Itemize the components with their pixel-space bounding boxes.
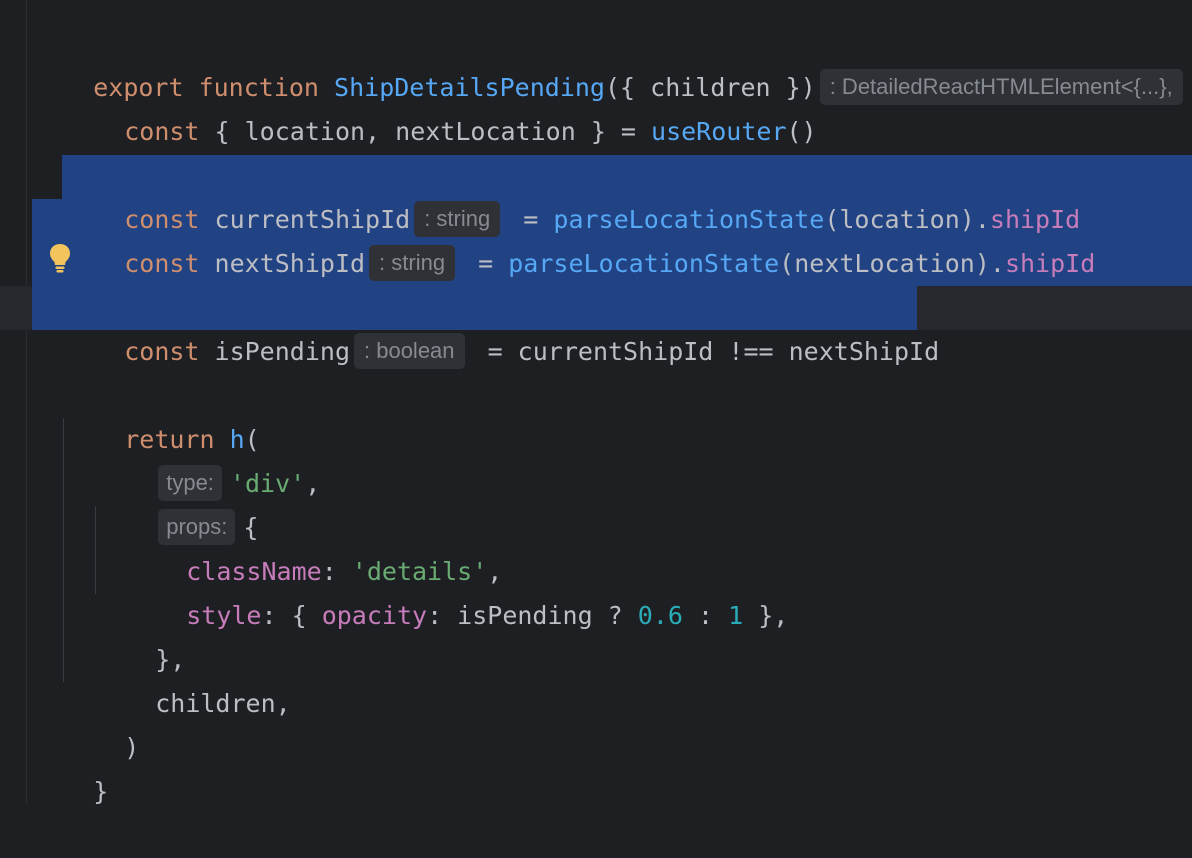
code-line-4[interactable]: const currentShipId: string = parseLocat… xyxy=(64,154,1080,237)
code-line-16[interactable]: ) xyxy=(64,682,139,762)
number-0-6: 0.6 xyxy=(637,601,683,630)
assign-op: = xyxy=(463,249,509,278)
keyword-const: const xyxy=(124,117,215,146)
colon-brace: : { xyxy=(261,601,322,630)
code-line-7[interactable]: const isPending: boolean = currentShipId… xyxy=(64,286,939,369)
return-type-hint[interactable]: : DetailedReactHTMLElement<{...}, xyxy=(819,69,1183,105)
code-line-10[interactable]: type:'div', xyxy=(98,418,320,501)
code-line-1[interactable]: export function ShipDetailsPending({ chi… xyxy=(33,22,1191,105)
variable-next-ship-id: nextShipId xyxy=(214,249,366,278)
variable-is-pending: isPending xyxy=(214,337,350,366)
code-line-12[interactable]: className: 'details', xyxy=(126,506,502,586)
indent-guide xyxy=(95,506,96,594)
type-hint-string[interactable]: : string xyxy=(369,245,456,281)
children-arg: children, xyxy=(155,689,291,718)
call-parse-location-state: parseLocationState xyxy=(508,249,780,278)
comma: , xyxy=(305,469,321,498)
keyword-const: const xyxy=(124,249,215,278)
call-parens: () xyxy=(786,117,817,146)
code-line-9[interactable]: return h( xyxy=(64,374,259,454)
number-1: 1 xyxy=(728,601,744,630)
lightbulb-icon[interactable] xyxy=(47,242,73,274)
code-line-5[interactable]: const nextShipId: string = parseLocation… xyxy=(64,198,1095,281)
code-line-13[interactable]: style: { opacity: isPending ? 0.6 : 1 }, xyxy=(126,550,788,630)
property-style: style xyxy=(186,601,262,630)
code-line-11[interactable]: props:{ xyxy=(98,462,258,545)
close-function-brace: } xyxy=(93,777,109,806)
ternary-condition: : isPending ? xyxy=(427,601,638,630)
code-line-15[interactable]: children, xyxy=(95,638,290,718)
property-opacity: opacity xyxy=(321,601,428,630)
code-line-2[interactable]: const { location, nextLocation } = useRo… xyxy=(64,66,816,146)
close-brace-comma: }, xyxy=(743,601,789,630)
close-paren: ) xyxy=(124,733,140,762)
call-use-router: useRouter xyxy=(651,117,787,146)
type-hint-boolean[interactable]: : boolean xyxy=(354,333,465,369)
ternary-separator: : xyxy=(682,601,729,630)
destructure-text: { location, nextLocation } = xyxy=(214,117,652,146)
comparison-expression: = currentShipId !== nextShipId xyxy=(472,337,940,366)
code-editor[interactable]: export function ShipDetailsPending({ chi… xyxy=(0,0,1192,806)
property-ship-id: shipId xyxy=(1004,249,1096,278)
code-line-14[interactable]: }, xyxy=(95,594,185,674)
code-line-17[interactable]: } xyxy=(33,726,108,806)
keyword-const: const xyxy=(124,337,215,366)
call-args: (nextLocation). xyxy=(779,249,1005,278)
